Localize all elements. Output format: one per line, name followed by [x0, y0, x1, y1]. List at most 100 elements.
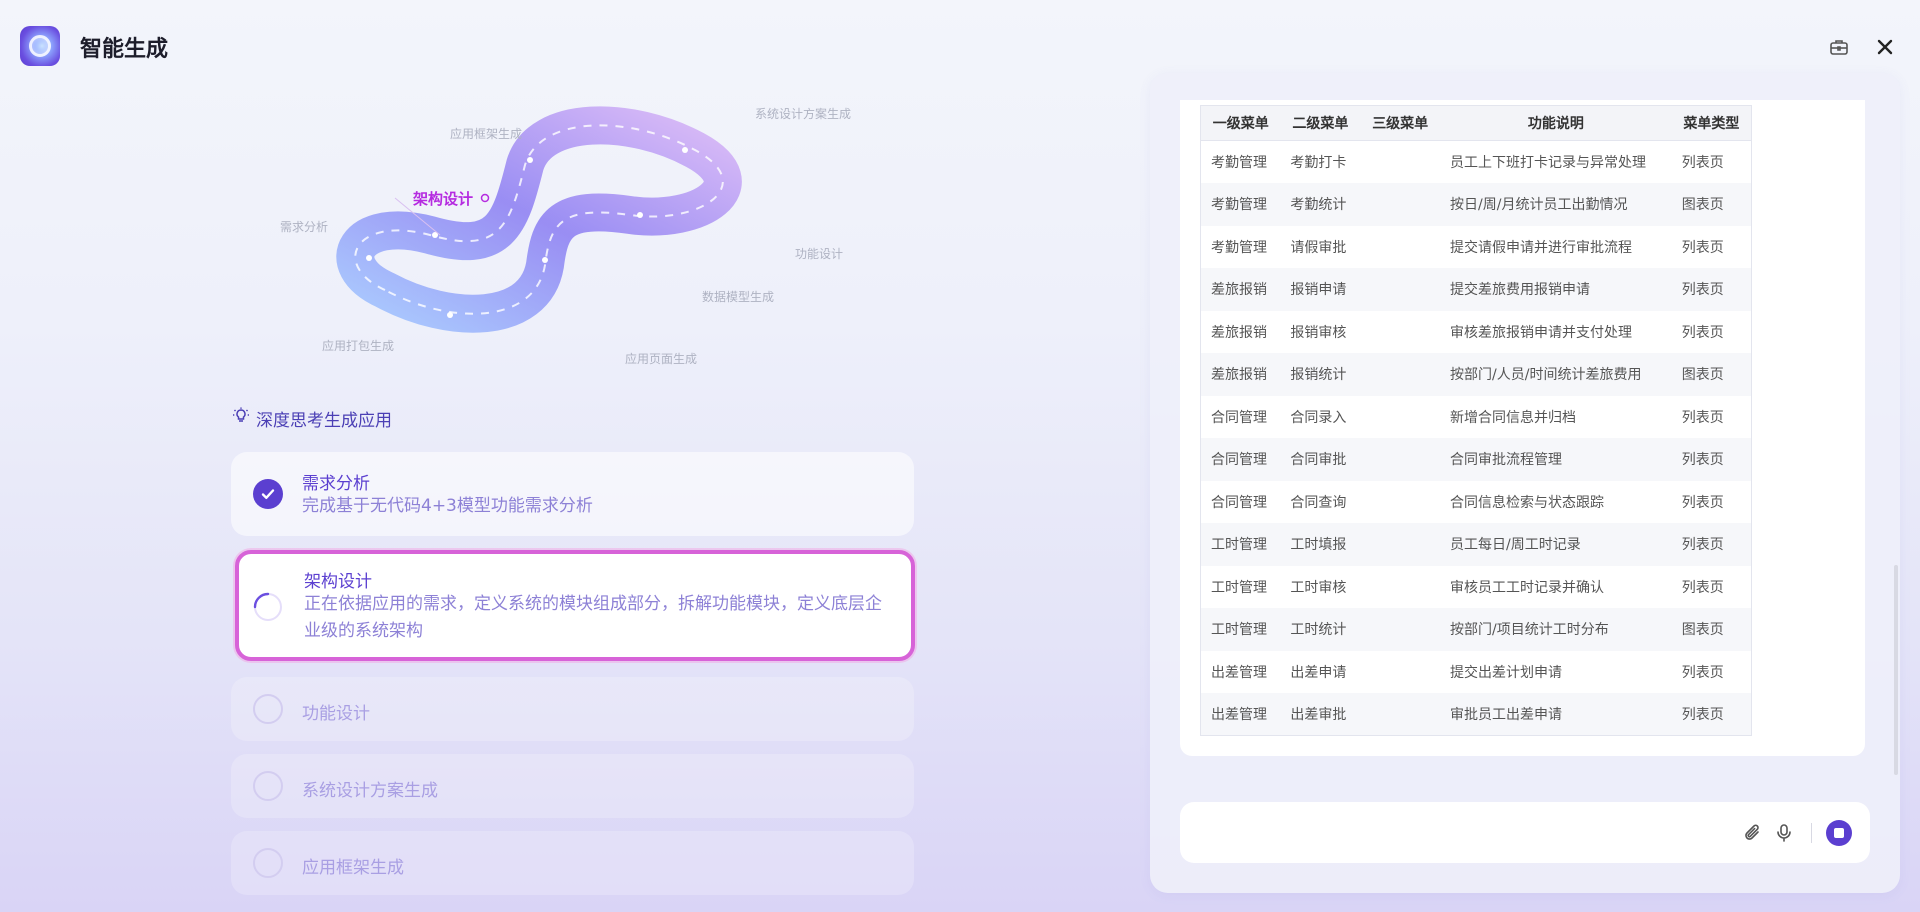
- diagram-label-page-gen: 应用页面生成: [625, 352, 698, 366]
- chat-input[interactable]: [1180, 802, 1870, 863]
- table-cell: 列表页: [1681, 409, 1724, 426]
- microphone-icon[interactable]: [1773, 822, 1795, 844]
- table-cell: [1360, 183, 1441, 226]
- table-row: 考勤管理 请假审批 提交请假申请并进行审批流程 列表页: [1201, 226, 1752, 269]
- app-logo: [20, 26, 60, 66]
- table-row: 考勤管理 考勤统计 按日/周/月统计员工出勤情况 图表页: [1200, 183, 1752, 226]
- step-requirements: 需求分析 完成基于无代码4+3模型功能需求分析: [231, 452, 914, 536]
- table-cell: 出差申请: [1290, 664, 1347, 681]
- table-cell: 列表页: [1671, 438, 1752, 481]
- table-cell: 列表页: [1681, 664, 1724, 681]
- pending-circle-icon: [253, 848, 283, 878]
- step-name: 需求分析: [302, 474, 370, 494]
- table-cell: 差旅报销: [1200, 353, 1281, 396]
- table-cell: 考勤管理: [1200, 183, 1281, 226]
- close-icon[interactable]: [1874, 36, 1896, 58]
- diagram-label-framework: 应用框架生成: [450, 127, 523, 141]
- table-cell: 出差管理: [1200, 693, 1281, 736]
- stop-button[interactable]: [1826, 820, 1852, 846]
- table-cell: 出差审批: [1280, 693, 1361, 736]
- step-desc: 正在依据应用的需求，定义系统的模块组成部分，拆解功能模块，定义底层企业级的系统架…: [304, 594, 882, 641]
- process-diagram: 应用框架生成 系统设计方案生成 架构设计 需求分析 功能设计 数据模型生成 应用…: [270, 95, 870, 380]
- step-function-design: 功能设计: [231, 677, 914, 741]
- step-architecture: 架构设计 正在依据应用的需求，定义系统的模块组成部分，拆解功能模块，定义底层企业…: [235, 550, 915, 661]
- steps-title: 深度思考生成应用: [232, 406, 392, 431]
- input-divider: [1811, 823, 1812, 843]
- table-cell: [1360, 693, 1441, 736]
- step-framework: 应用框架生成: [231, 831, 914, 895]
- table-cell: [1360, 438, 1441, 481]
- diagram-label-architecture: 架构设计: [413, 190, 474, 208]
- table-cell: 工时填报: [1280, 523, 1361, 566]
- table-cell: 请假审批: [1290, 239, 1347, 256]
- table-row: 工时管理 工时审核 审核员工工时记录并确认 列表页: [1201, 566, 1752, 609]
- table-row: 工时管理 工时填报 员工每日/周工时记录 列表页: [1200, 523, 1752, 566]
- table-cell: 审核差旅报销申请并支付处理: [1450, 324, 1633, 341]
- table-cell: 合同信息检索与状态跟踪: [1450, 494, 1605, 511]
- table-cell: 考勤打卡: [1290, 155, 1347, 171]
- table-cell: 员工上下班打卡记录与异常处理: [1450, 155, 1647, 171]
- attachment-icon[interactable]: [1742, 822, 1764, 844]
- table-row: 工时管理 工时统计 按部门/项目统计工时分布 图表页: [1200, 608, 1752, 651]
- table-cell: 列表页: [1681, 239, 1724, 256]
- table-cell: [1360, 226, 1440, 269]
- table-row: 出差管理 出差审批 审批员工出差申请 列表页: [1200, 693, 1752, 736]
- loading-spinner-icon: [253, 592, 283, 622]
- table-cell: [1360, 651, 1440, 694]
- table-cell: 图表页: [1671, 608, 1752, 651]
- table-cell: 员工每日/周工时记录: [1440, 523, 1672, 566]
- table-cell: 工时管理: [1200, 608, 1281, 651]
- table-header: 菜单类型: [1671, 105, 1752, 141]
- step-name: 功能设计: [302, 704, 370, 724]
- table-row: 差旅报销 报销审核 审核差旅报销申请并支付处理 列表页: [1201, 311, 1752, 354]
- table-cell: 合同录入: [1290, 409, 1347, 426]
- table-row: 合同管理 合同查询 合同信息检索与状态跟踪 列表页: [1201, 481, 1752, 524]
- app-title: 智能生成: [80, 37, 169, 62]
- table-cell: 合同审批: [1280, 438, 1361, 481]
- table-header: 三级菜单: [1360, 105, 1441, 141]
- step-name: 应用框架生成: [302, 858, 404, 878]
- table-cell: 列表页: [1681, 155, 1724, 171]
- table-row: 差旅报销 报销统计 按部门/人员/时间统计差旅费用 图表页: [1200, 353, 1752, 396]
- diagram-label-requirements: 需求分析: [280, 220, 329, 234]
- table-cell: [1360, 353, 1441, 396]
- diagram-label-data-model: 数据模型生成: [702, 290, 775, 304]
- table-cell: 考勤统计: [1280, 183, 1361, 226]
- table-cell: 列表页: [1671, 693, 1752, 736]
- pending-circle-icon: [253, 694, 283, 724]
- pending-circle-icon: [253, 771, 283, 801]
- diagram-label-packaging: 应用打包生成: [322, 339, 395, 353]
- table-cell: 工时审核: [1290, 579, 1347, 596]
- table-cell: 出差管理: [1211, 664, 1267, 681]
- table-row: 合同管理 合同录入 新增合同信息并归档 列表页: [1201, 396, 1752, 439]
- table-row: 出差管理 出差申请 提交出差计划申请 列表页: [1201, 651, 1752, 694]
- stop-icon: [1834, 828, 1844, 838]
- table-cell: 考勤管理: [1211, 239, 1267, 256]
- menu-table: 一级菜单 二级菜单 三级菜单 功能说明 菜单类型 考勤管理 考勤打卡 员工上下班打卡…: [1200, 105, 1752, 736]
- table-cell: [1360, 268, 1441, 311]
- table-cell: 合同管理: [1211, 409, 1267, 426]
- check-icon: [253, 479, 283, 509]
- table-cell: 审核员工工时记录并确认: [1450, 579, 1605, 596]
- scrollbar[interactable]: [1894, 565, 1898, 775]
- table-cell: 报销统计: [1280, 353, 1361, 396]
- table-cell: 合同管理: [1200, 438, 1281, 481]
- table-cell: 提交差旅费用报销申请: [1440, 268, 1672, 311]
- table-row: 考勤管理 考勤打卡 员工上下班打卡记录与异常处理 列表页: [1201, 141, 1752, 184]
- table-cell: [1360, 481, 1440, 524]
- table-row: 差旅报销 报销申请 提交差旅费用报销申请 列表页: [1200, 268, 1752, 311]
- table-cell: 按部门/人员/时间统计差旅费用: [1440, 353, 1672, 396]
- table-cell: 报销申请: [1280, 268, 1361, 311]
- table-cell: 合同查询: [1290, 494, 1347, 511]
- table-cell: 新增合同信息并归档: [1450, 409, 1577, 426]
- table-cell: [1360, 311, 1440, 354]
- table-cell: 列表页: [1681, 324, 1724, 341]
- toolbox-icon[interactable]: [1828, 36, 1850, 58]
- table-header: 功能说明: [1440, 105, 1672, 141]
- table-cell: 工时管理: [1200, 523, 1281, 566]
- table-cell: 按部门/项目统计工时分布: [1440, 608, 1672, 651]
- table-cell: 图表页: [1671, 353, 1752, 396]
- table-cell: 图表页: [1671, 183, 1752, 226]
- diagram-label-system-design: 系统设计方案生成: [755, 107, 852, 121]
- table-cell: 提交请假申请并进行审批流程: [1450, 239, 1633, 256]
